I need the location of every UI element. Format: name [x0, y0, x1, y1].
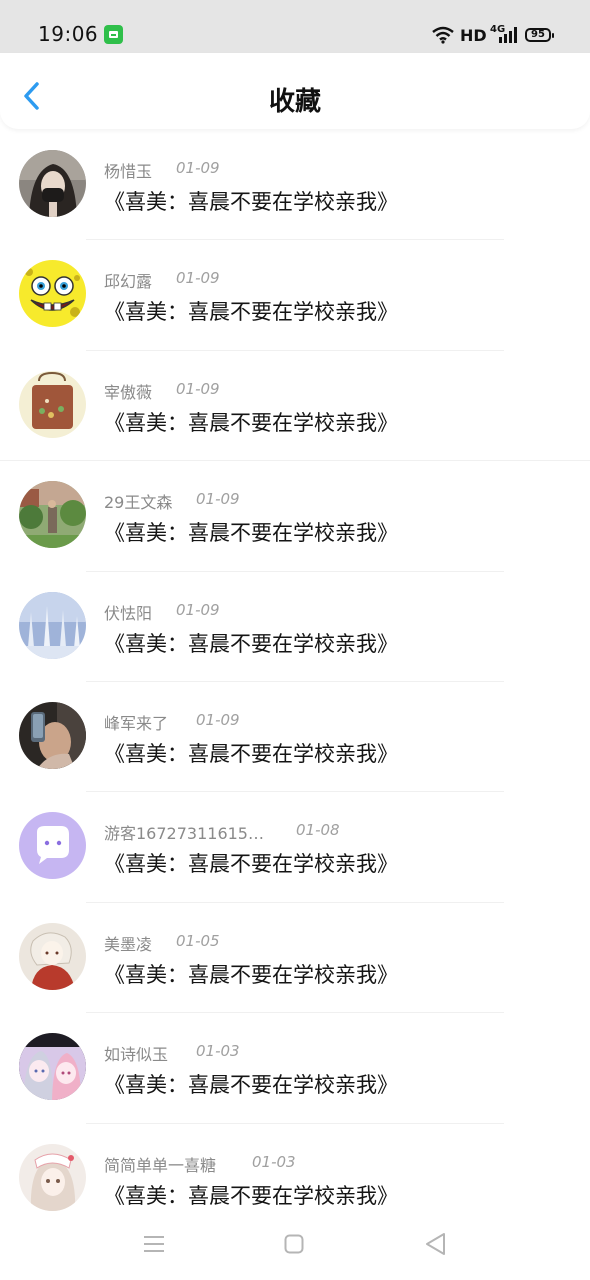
battery-icon: 95 — [525, 28, 554, 42]
avatar[interactable] — [19, 922, 86, 990]
list-item-username: 伏怯阳 — [104, 603, 153, 623]
list-item-title[interactable]: 《喜美：喜晨不要在学校亲我》 — [104, 959, 398, 989]
list-item-date: 01-05 — [176, 931, 220, 950]
list-item-username: 如诗似玉 — [104, 1045, 169, 1065]
list-item-username: 邱幻露 — [104, 272, 153, 292]
favorites-list: 杨惜玉 01-09 《喜美：喜晨不要在学校亲我》 邱幻露 01-09 《喜美：喜… — [0, 130, 590, 1234]
avatar[interactable] — [19, 150, 86, 217]
list-item[interactable]: 伏怯阳 01-09 《喜美：喜晨不要在学校亲我》 — [0, 572, 590, 682]
avatar[interactable] — [19, 591, 86, 659]
page-title: 收藏 — [268, 87, 321, 117]
home-square-icon[interactable] — [284, 1234, 304, 1254]
list-item-date: 01-09 — [176, 600, 220, 619]
avatar[interactable] — [19, 1143, 86, 1211]
list-item[interactable]: 宰傲薇 01-09 《喜美：喜晨不要在学校亲我》 — [0, 351, 590, 462]
back-triangle-icon[interactable] — [424, 1232, 446, 1256]
list-item-username: 29王文森 — [104, 493, 173, 513]
list-item-date: 01-09 — [196, 490, 240, 509]
system-nav-bar — [0, 1212, 590, 1280]
list-item[interactable]: 峰军来了 01-09 《喜美：喜晨不要在学校亲我》 — [0, 682, 590, 793]
app-notification-icon — [104, 25, 123, 44]
list-item-title[interactable]: 《喜美：喜晨不要在学校亲我》 — [104, 848, 398, 878]
avatar[interactable] — [19, 701, 86, 769]
list-item[interactable]: 邱幻露 01-09 《喜美：喜晨不要在学校亲我》 — [0, 240, 590, 351]
list-item-username: 游客16727311615… — [104, 824, 264, 844]
list-item-username: 宰傲薇 — [104, 382, 153, 402]
list-item[interactable]: 美墨凌 01-05 《喜美：喜晨不要在学校亲我》 — [0, 903, 590, 1014]
avatar[interactable] — [19, 370, 86, 438]
list-item[interactable]: 游客16727311615… 01-08 《喜美：喜晨不要在学校亲我》 — [0, 792, 590, 903]
list-item-title[interactable]: 《喜美：喜晨不要在学校亲我》 — [104, 186, 398, 216]
avatar[interactable] — [19, 812, 86, 880]
page-header: 收藏 — [0, 53, 590, 129]
signal-strength-icon — [499, 27, 517, 43]
status-time: 19:06 — [38, 22, 99, 46]
list-item[interactable]: 杨惜玉 01-09 《喜美：喜晨不要在学校亲我》 — [0, 130, 590, 241]
list-item-date: 01-09 — [196, 710, 240, 729]
list-item-date: 01-03 — [252, 1152, 296, 1171]
status-bar: 19:06 HD 4G 95 — [0, 0, 590, 53]
menu-icon[interactable] — [143, 1234, 165, 1254]
list-item-username: 美墨凌 — [104, 934, 153, 954]
list-item-date: 01-09 — [176, 269, 220, 288]
list-item-title[interactable]: 《喜美：喜晨不要在学校亲我》 — [104, 407, 398, 437]
list-item-title[interactable]: 《喜美：喜晨不要在学校亲我》 — [104, 1180, 398, 1210]
list-item-title[interactable]: 《喜美：喜晨不要在学校亲我》 — [104, 738, 398, 768]
avatar[interactable] — [19, 481, 86, 549]
list-item-date: 01-09 — [176, 379, 220, 398]
list-item-username: 峰军来了 — [104, 713, 169, 733]
list-item[interactable]: 29王文森 01-09 《喜美：喜晨不要在学校亲我》 — [0, 461, 590, 572]
list-item-username: 简简单单一喜糖 — [104, 1155, 217, 1175]
list-item-date: 01-08 — [296, 821, 340, 840]
list-item-date: 01-03 — [196, 1042, 240, 1061]
list-item-title[interactable]: 《喜美：喜晨不要在学校亲我》 — [104, 296, 398, 326]
list-item-title[interactable]: 《喜美：喜晨不要在学校亲我》 — [104, 1069, 398, 1099]
list-item-title[interactable]: 《喜美：喜晨不要在学校亲我》 — [104, 628, 398, 658]
list-item[interactable]: 如诗似玉 01-03 《喜美：喜晨不要在学校亲我》 — [0, 1013, 590, 1124]
avatar[interactable] — [19, 1033, 86, 1101]
avatar[interactable] — [19, 260, 86, 328]
list-item-title[interactable]: 《喜美：喜晨不要在学校亲我》 — [104, 517, 398, 547]
list-item-username: 杨惜玉 — [104, 162, 153, 181]
list-item-date: 01-09 — [176, 159, 220, 177]
wifi-icon — [432, 26, 454, 44]
network-hd-label: HD — [460, 26, 487, 45]
